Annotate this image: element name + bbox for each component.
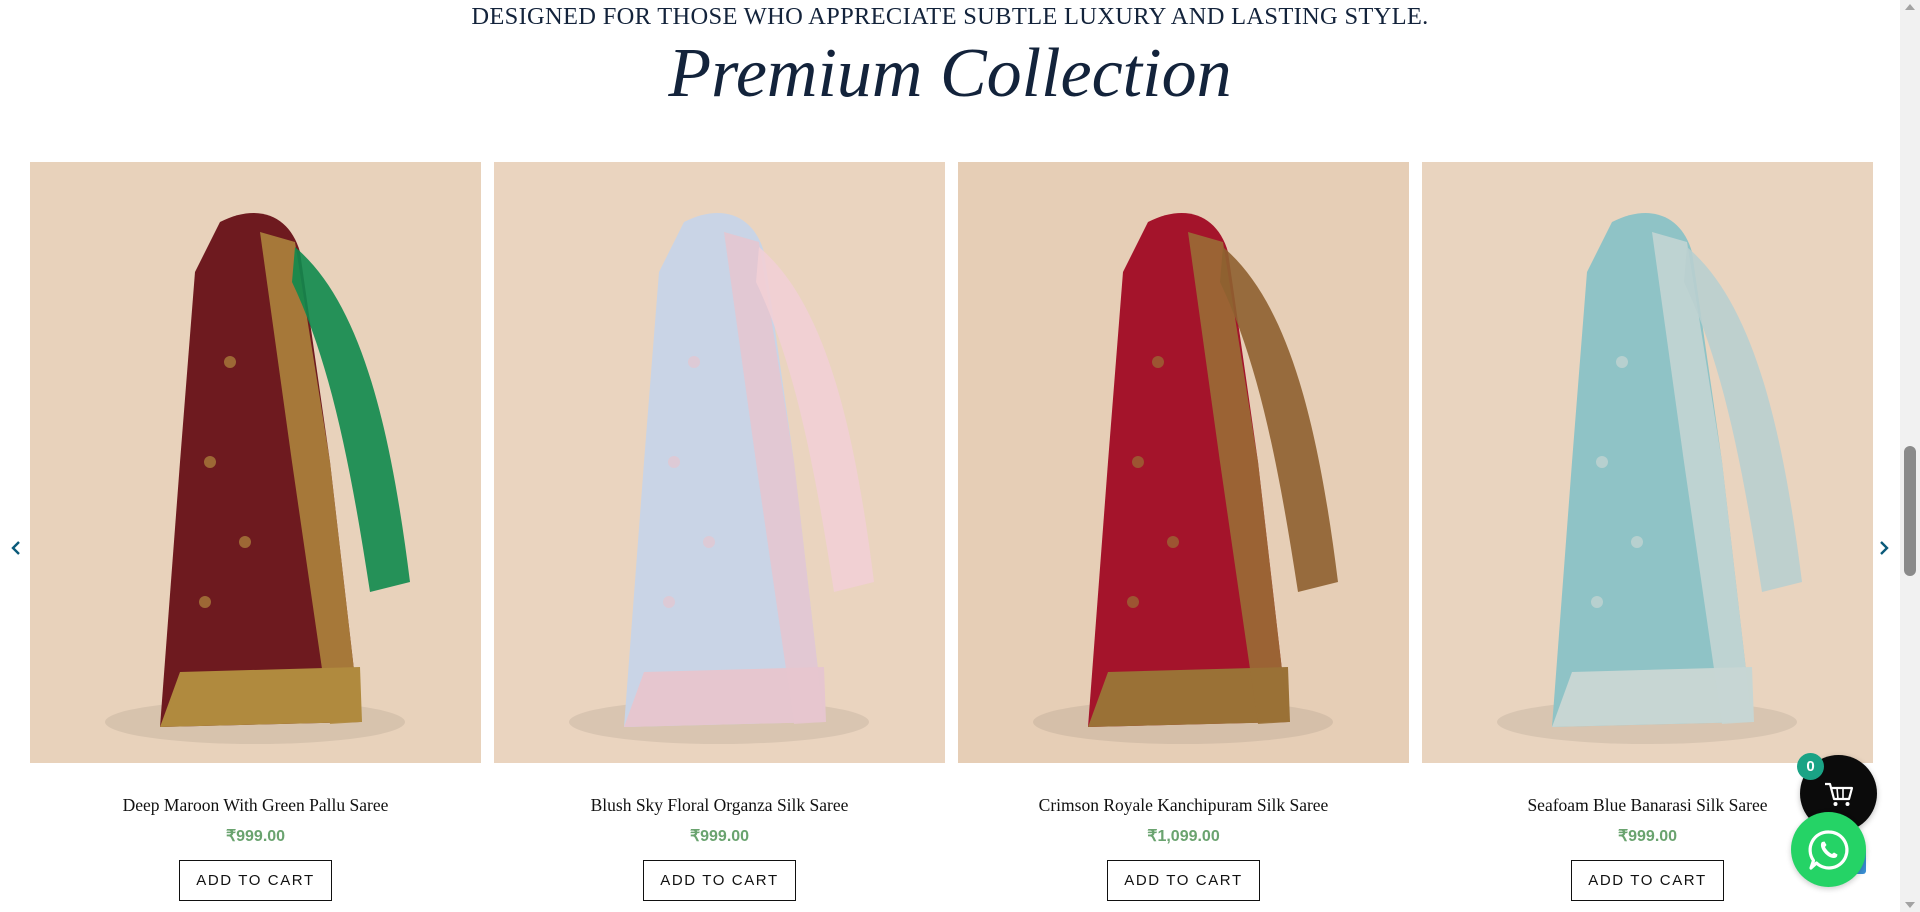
shopping-cart-icon [1824, 782, 1853, 806]
add-to-cart-button[interactable]: ADD TO CART [1107, 860, 1260, 901]
section-title: Premium Collection [668, 35, 1232, 112]
chevron-left-icon [11, 541, 20, 555]
scrollbar-down-arrow[interactable] [1905, 902, 1915, 908]
product-image[interactable] [30, 162, 481, 763]
product-image[interactable] [958, 162, 1409, 763]
carousel-prev-button[interactable] [6, 536, 26, 560]
product-card[interactable]: Crimson Royale Kanchipuram Silk Saree ₹1,… [958, 162, 1409, 901]
product-image[interactable] [1422, 162, 1873, 763]
add-to-cart-button[interactable]: ADD TO CART [179, 860, 332, 901]
scrollbar-up-arrow[interactable] [1905, 4, 1915, 10]
page-scrollbar[interactable] [1900, 0, 1920, 912]
scrollbar-thumb[interactable] [1904, 446, 1916, 576]
product-image[interactable] [494, 162, 945, 763]
whatsapp-icon [1808, 829, 1849, 870]
cart-count-badge: 0 [1797, 753, 1824, 780]
product-card[interactable]: Deep Maroon With Green Pallu Saree ₹999.0… [30, 162, 481, 901]
section-tagline: DESIGNED FOR THOSE WHO APPRECIATE SUBTLE… [471, 3, 1429, 30]
product-name[interactable]: Deep Maroon With Green Pallu Saree [30, 795, 481, 816]
add-to-cart-button[interactable]: ADD TO CART [1571, 860, 1724, 901]
carousel-next-button[interactable] [1874, 536, 1894, 560]
add-to-cart-button[interactable]: ADD TO CART [643, 860, 796, 901]
product-name[interactable]: Blush Sky Floral Organza Silk Saree [494, 795, 945, 816]
whatsapp-chat-button[interactable] [1791, 812, 1866, 887]
product-card[interactable]: Blush Sky Floral Organza Silk Saree ₹999.… [494, 162, 945, 901]
product-price: ₹999.00 [225, 828, 286, 845]
chevron-right-icon [1880, 541, 1889, 555]
product-price: ₹1,099.00 [1147, 828, 1220, 845]
product-carousel: Deep Maroon With Green Pallu Saree ₹999.0… [0, 162, 1900, 912]
page: DESIGNED FOR THOSE WHO APPRECIATE SUBTLE… [0, 0, 1900, 912]
product-price: ₹999.00 [689, 828, 750, 845]
product-name[interactable]: Crimson Royale Kanchipuram Silk Saree [958, 795, 1409, 816]
